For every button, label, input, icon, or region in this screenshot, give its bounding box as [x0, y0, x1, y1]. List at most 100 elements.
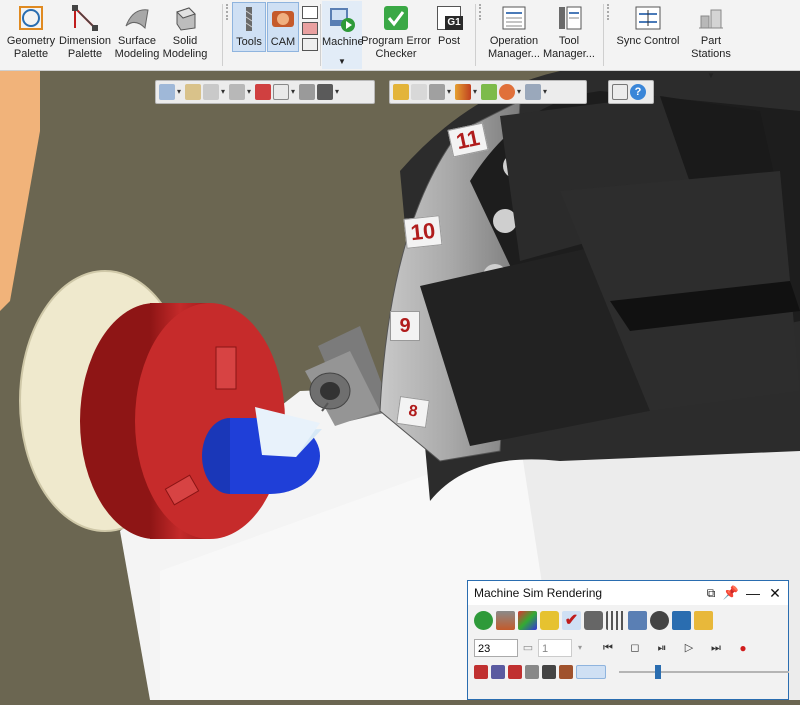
tree-icon[interactable]: [628, 611, 647, 630]
mini-grid-icon[interactable]: [302, 38, 318, 51]
ribbon: Geometry Palette Dimension Palette Surfa…: [0, 0, 800, 80]
tool-icon[interactable]: [474, 665, 488, 679]
machine-label: Machine: [322, 36, 362, 48]
shade-icon[interactable]: [255, 84, 271, 100]
view-orient-icon[interactable]: [159, 84, 175, 100]
spin-icon[interactable]: ▭: [521, 639, 535, 657]
solid-modeling-button[interactable]: Solid Modeling: [161, 0, 209, 70]
zoom-fit-icon[interactable]: [185, 84, 201, 100]
zoom-window-icon[interactable]: [612, 84, 628, 100]
chevron-down-icon[interactable]: ▾: [473, 84, 479, 100]
verify-check-icon[interactable]: ✔: [562, 611, 581, 630]
hand-icon[interactable]: [474, 611, 493, 630]
machine-button[interactable]: Machine ▼: [322, 1, 362, 69]
station-label-8: 8: [396, 396, 430, 428]
machine-icon[interactable]: [542, 665, 556, 679]
tools-button[interactable]: Tools: [232, 2, 266, 52]
part-icon[interactable]: [508, 665, 522, 679]
close-icon[interactable]: ✕: [766, 584, 784, 602]
sync-control-button[interactable]: Sync Control: [614, 0, 682, 70]
tool-manager-icon: [555, 4, 583, 32]
post-button[interactable]: G1 Post: [430, 0, 468, 70]
fast-forward-icon[interactable]: ⏭: [704, 639, 728, 657]
view-box-icon[interactable]: [203, 84, 219, 100]
progress-slider[interactable]: [619, 665, 789, 679]
transparency-icon[interactable]: [411, 84, 427, 100]
step-icon[interactable]: ⏯: [650, 639, 674, 657]
dotted-grid-icon[interactable]: [606, 611, 625, 630]
window-icon[interactable]: [525, 84, 541, 100]
dimension-palette-label: Dimension Palette: [59, 35, 111, 60]
view-toolbar: ▾ ▾ ▾ ▾ ▾: [155, 80, 375, 104]
section-icon[interactable]: [299, 84, 315, 100]
help-icon[interactable]: ?: [630, 84, 646, 100]
fixture-icon[interactable]: [525, 665, 539, 679]
surface-modeling-label: Surface Modeling: [114, 35, 160, 60]
chevron-down-icon[interactable]: ▼: [338, 55, 346, 68]
chevron-down-icon[interactable]: ▾: [447, 84, 453, 100]
record-icon[interactable]: ●: [731, 639, 755, 657]
step-select[interactable]: 1: [538, 639, 572, 657]
help-toolbar: ?: [608, 80, 654, 104]
part-stations-button[interactable]: Part Stations ▼: [680, 0, 742, 80]
checkmark-icon: [382, 4, 410, 32]
holder-icon[interactable]: [491, 665, 505, 679]
station-label-9: 9: [390, 311, 420, 341]
shield-icon[interactable]: [672, 611, 691, 630]
operation-manager-button[interactable]: Operation Manager...: [485, 0, 543, 70]
sparkle-icon[interactable]: [540, 611, 559, 630]
solid-shade-icon[interactable]: [481, 84, 497, 100]
chevron-down-icon[interactable]: ▾: [177, 84, 183, 100]
minimize-icon[interactable]: —: [744, 584, 762, 602]
tool-manager-button[interactable]: Tool Manager...: [543, 0, 595, 70]
cam-label: CAM: [270, 36, 296, 48]
color-map-icon[interactable]: [518, 611, 537, 630]
chevron-down-icon[interactable]: ▾: [335, 84, 341, 100]
show-eye-icon[interactable]: [576, 665, 606, 679]
folder-icon[interactable]: [694, 611, 713, 630]
chevron-down-icon[interactable]: ▼: [707, 69, 715, 82]
stop-icon[interactable]: ◻: [623, 639, 647, 657]
program-error-checker-button[interactable]: Program Error Checker: [361, 0, 431, 70]
axis-icon[interactable]: [559, 665, 573, 679]
panel-icon-row: ✔: [474, 611, 713, 630]
dimension-palette-button[interactable]: Dimension Palette: [58, 0, 112, 70]
speed-input[interactable]: 23: [474, 639, 518, 657]
surface-modeling-button[interactable]: Surface Modeling: [113, 0, 161, 70]
restore-window-icon[interactable]: ⧉: [702, 584, 720, 602]
chevron-down-icon[interactable]: ▾: [575, 639, 585, 657]
color-bars-icon[interactable]: [455, 84, 471, 100]
play-icon[interactable]: ▷: [677, 639, 701, 657]
stock-icon[interactable]: [496, 611, 515, 630]
chevron-down-icon[interactable]: ▾: [221, 84, 227, 100]
machine-icon: [328, 5, 356, 33]
panel-playback-row: 23 ▭ 1 ▾ ⏮ ◻ ⏯ ▷ ⏭ ●: [474, 639, 755, 657]
chevron-down-icon[interactable]: ▾: [543, 84, 549, 100]
cam-button[interactable]: CAM: [267, 2, 299, 52]
mini-window-red-icon[interactable]: [302, 22, 318, 35]
cube-view-icon[interactable]: [229, 84, 245, 100]
chevron-down-icon[interactable]: ▾: [247, 84, 253, 100]
mini-window-icon[interactable]: [302, 6, 318, 19]
sync-control-label: Sync Control: [616, 35, 680, 47]
machine-sim-rendering-panel: Machine Sim Rendering ⧉ 📌 — ✕ ✔ 23 ▭ 1 ▾…: [467, 580, 789, 700]
solid-modeling-icon: [171, 4, 199, 32]
axis-icon[interactable]: [273, 84, 289, 100]
part-stations-label: Part Stations: [691, 35, 731, 60]
post-icon-text: G1: [445, 16, 463, 30]
lock-icon[interactable]: [584, 611, 603, 630]
material-icon[interactable]: [393, 84, 409, 100]
chevron-down-icon[interactable]: ▾: [291, 84, 297, 100]
station-label-10: 10: [403, 215, 443, 249]
slider-thumb[interactable]: [655, 665, 661, 679]
wireframe-icon[interactable]: [429, 84, 445, 100]
pin-icon[interactable]: 📌: [722, 584, 740, 602]
chevron-down-icon[interactable]: ▾: [517, 84, 523, 100]
globe-icon[interactable]: [499, 84, 515, 100]
solid-modeling-label: Solid Modeling: [162, 35, 208, 60]
geometry-palette-button[interactable]: Geometry Palette: [6, 0, 56, 70]
rewind-icon[interactable]: ⏮: [596, 639, 620, 657]
panel-title-bar[interactable]: Machine Sim Rendering ⧉ 📌 — ✕: [468, 581, 788, 605]
eye-icon[interactable]: [650, 611, 669, 630]
render-icon[interactable]: [317, 84, 333, 100]
